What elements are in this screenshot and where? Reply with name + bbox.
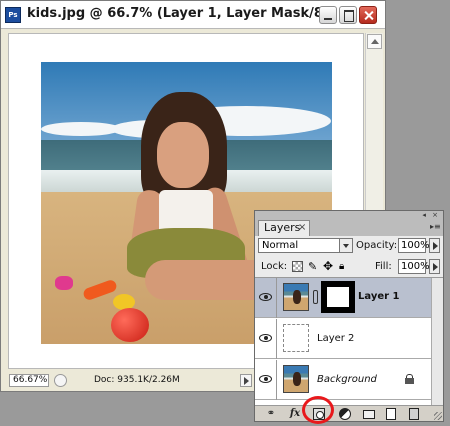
eye-icon xyxy=(259,375,272,383)
opacity-slider-arrow-icon[interactable] xyxy=(429,238,440,253)
fill-label: Fill: xyxy=(375,261,392,272)
folder-icon[interactable] xyxy=(363,410,375,419)
layer-name: Background xyxy=(317,374,377,385)
layer-list: Layer 1 Layer 2 Background xyxy=(255,278,431,405)
close-button[interactable] xyxy=(359,6,377,24)
scroll-up-arrow[interactable] xyxy=(367,34,382,49)
layer-thumbnail[interactable] xyxy=(283,283,309,311)
mask-link-icon[interactable] xyxy=(313,290,318,304)
tab-layers[interactable]: Layers × xyxy=(258,220,310,236)
layer-name: Layer 2 xyxy=(317,333,355,344)
photo-toy xyxy=(55,276,73,290)
layer-thumbnail[interactable] xyxy=(283,365,309,393)
minimize-button[interactable] xyxy=(319,6,337,24)
document-titlebar[interactable]: Ps kids.jpg @ 66.7% (Layer 1, Layer Mask… xyxy=(1,1,385,29)
layer-list-scrollbar[interactable] xyxy=(431,278,443,405)
opacity-label: Opacity: xyxy=(356,240,398,251)
lock-label: Lock: xyxy=(261,261,288,272)
photo-child-face xyxy=(157,122,209,188)
panel-header-bar[interactable]: ◂ × xyxy=(255,211,443,219)
photo-cloud xyxy=(41,122,121,136)
blend-mode-select[interactable]: Normal xyxy=(258,238,353,253)
photoshop-app-icon: Ps xyxy=(5,7,21,23)
resize-grip-icon[interactable] xyxy=(434,412,442,420)
lock-all-icon[interactable]: 🔒︎ xyxy=(339,261,350,272)
lock-pixels-icon[interactable]: ✎ xyxy=(308,261,319,272)
lock-icon xyxy=(405,374,414,384)
photo-red-ball xyxy=(111,308,149,342)
layers-bottom-toolbar: ⚭ fx xyxy=(255,396,443,424)
layer-name: Layer 1 xyxy=(358,291,400,302)
blend-mode-value: Normal xyxy=(262,240,299,251)
fill-slider-arrow-icon[interactable] xyxy=(429,259,440,274)
tab-close-icon[interactable]: × xyxy=(298,221,306,235)
trash-icon[interactable] xyxy=(409,408,419,420)
maximize-button[interactable] xyxy=(339,6,357,24)
opacity-field[interactable]: 100% xyxy=(398,238,430,253)
eye-icon xyxy=(259,334,272,342)
highlight-circle xyxy=(302,396,334,424)
photoshop-screen: Ps kids.jpg @ 66.7% (Layer 1, Layer Mask… xyxy=(0,0,450,426)
fill-field[interactable]: 100% xyxy=(398,259,430,274)
layer-thumbnail[interactable] xyxy=(283,324,309,352)
status-menu-arrow-icon[interactable] xyxy=(240,374,252,387)
tab-layers-label: Layers xyxy=(264,221,301,234)
visibility-toggle[interactable] xyxy=(255,360,277,400)
chevron-down-icon[interactable] xyxy=(339,239,352,252)
layer-row-background[interactable]: Background xyxy=(255,360,431,400)
blend-opacity-row: Normal Opacity: 100% xyxy=(255,236,443,256)
new-layer-icon[interactable] xyxy=(386,408,396,420)
zoom-field[interactable]: 66.67% xyxy=(9,374,49,387)
lock-position-icon[interactable]: ✥ xyxy=(323,260,334,272)
lock-transparency-icon[interactable] xyxy=(292,261,303,272)
panel-tab-row: Layers × ▸≡ xyxy=(255,219,443,236)
document-size-info: Doc: 935.1K/2.26M xyxy=(94,375,180,385)
layer-row-layer-1[interactable]: Layer 1 xyxy=(255,278,431,318)
visibility-toggle[interactable] xyxy=(255,278,277,318)
layer-row-layer-2[interactable]: Layer 2 xyxy=(255,319,431,359)
layer-mask-thumbnail[interactable] xyxy=(321,281,355,313)
navigator-icon[interactable] xyxy=(54,374,67,387)
lock-fill-row: Lock: ✎ ✥ 🔒︎ Fill: 100% xyxy=(255,256,443,278)
link-icon[interactable]: ⚭ xyxy=(261,408,281,420)
panel-menu-icon[interactable]: ▸≡ xyxy=(430,222,441,232)
adjustment-layer-icon[interactable] xyxy=(339,408,351,420)
panel-collapse-icon[interactable]: ◂ × xyxy=(422,211,440,219)
visibility-toggle[interactable] xyxy=(255,319,277,359)
document-title: kids.jpg @ 66.7% (Layer 1, Layer Mask/8) xyxy=(27,6,329,21)
layers-panel: ◂ × Layers × ▸≡ Normal Opacity: 100% Loc… xyxy=(254,210,444,424)
eye-icon xyxy=(259,293,272,301)
fx-icon[interactable]: fx xyxy=(287,408,303,420)
